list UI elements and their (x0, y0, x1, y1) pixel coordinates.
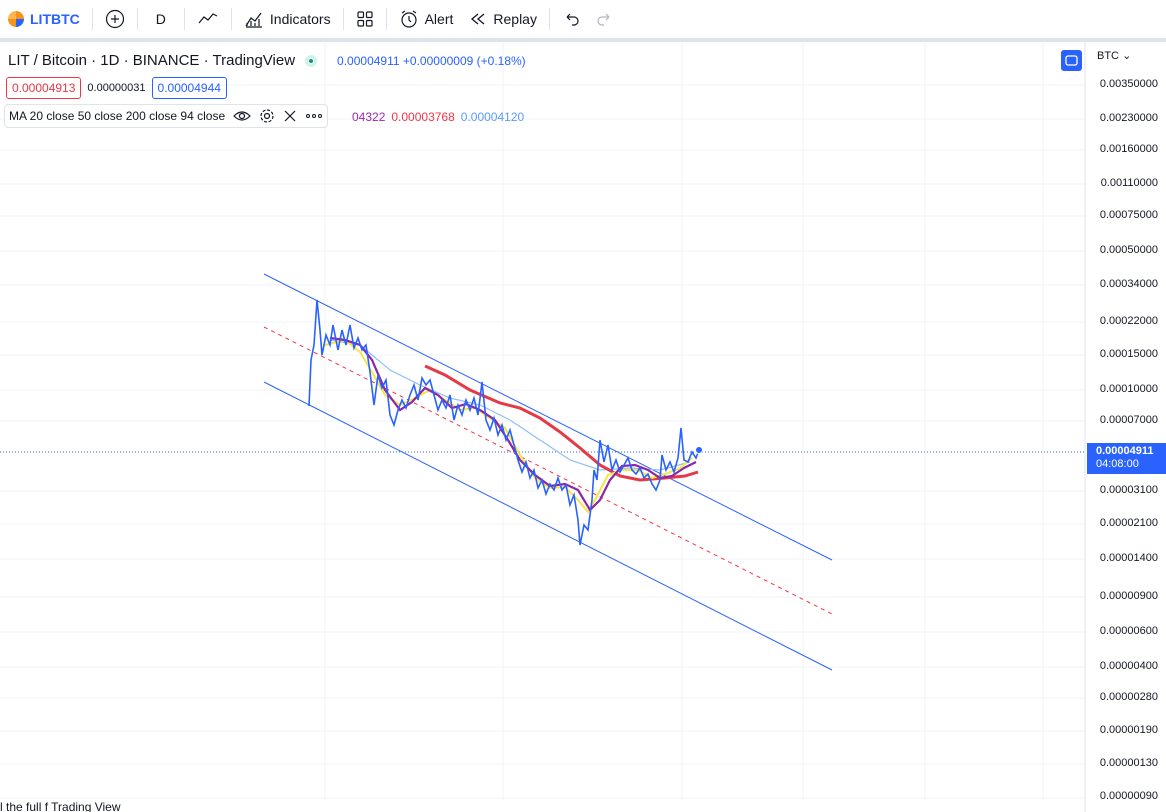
chart-type-button[interactable] (189, 0, 227, 38)
price-axis-label: 0.00015000 (1099, 348, 1158, 360)
bar-countdown: 04:08:00 (1096, 458, 1139, 470)
ma-indicator-label: MA 20 close 50 close 200 close 94 close (9, 109, 226, 123)
ma94-value: 0.00004120 (460, 110, 525, 124)
currency-selector[interactable]: BTC ⌄ (1097, 49, 1131, 62)
compare-symbol-button[interactable] (97, 0, 133, 38)
grid-layout-icon (356, 11, 373, 27)
price-axis-label: 0.00000900 (1099, 590, 1158, 602)
undo-button[interactable] (554, 0, 588, 38)
interval-label: D (155, 11, 166, 27)
last-price: 0.00004911 (337, 53, 400, 68)
buy-price: 0.00004944 (157, 81, 221, 95)
ma20-line[interactable] (329, 336, 697, 512)
rewind-icon (471, 13, 485, 25)
chart-legend-title: LIT / Bitcoin · 1D · BINANCE · TradingVi… (8, 52, 526, 69)
price-axis-label: 0.00001400 (1099, 552, 1158, 564)
toolbar-divider (230, 8, 232, 30)
last-price-dot (695, 446, 703, 454)
price-axis-label: 0.00075000 (1099, 209, 1158, 221)
alarm-clock-icon (400, 10, 417, 28)
indicators-button[interactable]: Indicators (236, 0, 339, 38)
price-axis-label: 0.00350000 (1099, 78, 1158, 90)
line-chart-icon (198, 13, 218, 24)
spread-value: 0.00000031 (87, 82, 146, 94)
sell-price: 0.00004913 (12, 81, 76, 95)
price-axis-label: 0.00000090 (1099, 790, 1158, 802)
indicators-icon (245, 12, 262, 28)
price-axis-label: 0.00034000 (1099, 278, 1158, 290)
price-line[interactable] (308, 299, 700, 546)
settings-gear-icon[interactable] (259, 108, 275, 124)
close-icon[interactable] (283, 109, 297, 123)
toolbar-divider (91, 8, 93, 30)
toolbar-divider (385, 8, 387, 30)
undo-icon (566, 13, 579, 26)
plus-circle-icon (105, 9, 124, 29)
price-axis-label: 0.00000600 (1099, 625, 1158, 637)
eye-icon[interactable] (233, 109, 251, 123)
symbol-search-button[interactable]: LITBTC (0, 0, 88, 38)
chevron-down-icon: ⌄ (1122, 50, 1132, 62)
top-toolbar: LITBTC D Indicators Alert Replay (0, 0, 1166, 42)
layouts-button[interactable] (348, 0, 382, 38)
price-axis-label: 0.00110000 (1100, 177, 1158, 189)
price-change: +0.00000009 (+0.18%) (402, 53, 526, 68)
replay-label: Replay (493, 11, 537, 27)
currency-label: BTC (1097, 50, 1119, 62)
channel-upper-line[interactable] (263, 273, 833, 561)
scale-icon (1065, 55, 1078, 66)
more-options-icon[interactable] (305, 113, 323, 119)
symbol-label: LITBTC (30, 11, 80, 27)
price-axis-label: 0.00000130 (1099, 757, 1158, 769)
current-price-value: 0.00004911 (1096, 445, 1154, 457)
chart-canvas[interactable] (0, 42, 1166, 812)
indicators-label: Indicators (269, 11, 331, 27)
redo-icon (597, 13, 610, 26)
price-axis-label: 0.00002100 (1099, 517, 1158, 529)
buy-button[interactable]: 0.00004944 (151, 77, 227, 99)
current-price-tag: 0.00004911 04:08:00 (1087, 443, 1166, 474)
replay-button[interactable]: Replay (461, 0, 545, 38)
ma200-line[interactable] (424, 364, 699, 482)
ma-indicator-legend[interactable]: MA 20 close 50 close 200 close 94 close (4, 104, 329, 128)
ma200-value: 0.00003768 (391, 110, 455, 124)
chart-title[interactable]: LIT / Bitcoin · 1D · BINANCE · TradingVi… (8, 52, 295, 69)
ma20-value: 04322 (352, 110, 386, 124)
price-axis-label: 0.00230000 (1099, 112, 1158, 124)
price-axis-label: 0.00022000 (1099, 315, 1158, 327)
price-axis-label: 0.00050000 (1099, 244, 1158, 256)
alert-label: Alert (424, 11, 454, 27)
toolbar-divider (548, 8, 550, 30)
interval-button[interactable]: D (142, 0, 180, 38)
ma-values: 04322 0.00003768 0.00004120 (352, 110, 524, 124)
price-axis-label: 0.00010000 (1099, 383, 1158, 395)
channel-median-line[interactable] (263, 326, 833, 615)
toolbar-divider (342, 8, 344, 30)
alert-button[interactable]: Alert (391, 0, 462, 38)
price-axis-label: 0.00000280 (1099, 691, 1158, 703)
toolbar-divider (136, 8, 138, 30)
market-open-icon (305, 54, 318, 67)
price-axis-label: 0.00007000 (1099, 414, 1158, 426)
trade-buttons: 0.00004913 0.00000031 0.00004944 (6, 77, 227, 99)
sell-button[interactable]: 0.00004913 (6, 77, 82, 99)
price-axis-label: 0.00003100 (1099, 484, 1158, 496)
lit-logo-icon (8, 11, 24, 27)
price-axis-label: 0.00000400 (1099, 660, 1158, 672)
last-quote: 0.00004911 +0.00000009 (+0.18%) (337, 54, 526, 68)
footer-text: l the full f Trading View (0, 800, 121, 812)
price-axis-label: 0.00000190 (1099, 724, 1158, 736)
price-axis-label: 0.00160000 (1099, 143, 1158, 155)
auto-scale-button[interactable] (1061, 50, 1082, 71)
toolbar-divider (183, 8, 185, 30)
ma50-line[interactable] (324, 338, 693, 514)
redo-button[interactable] (588, 0, 622, 38)
